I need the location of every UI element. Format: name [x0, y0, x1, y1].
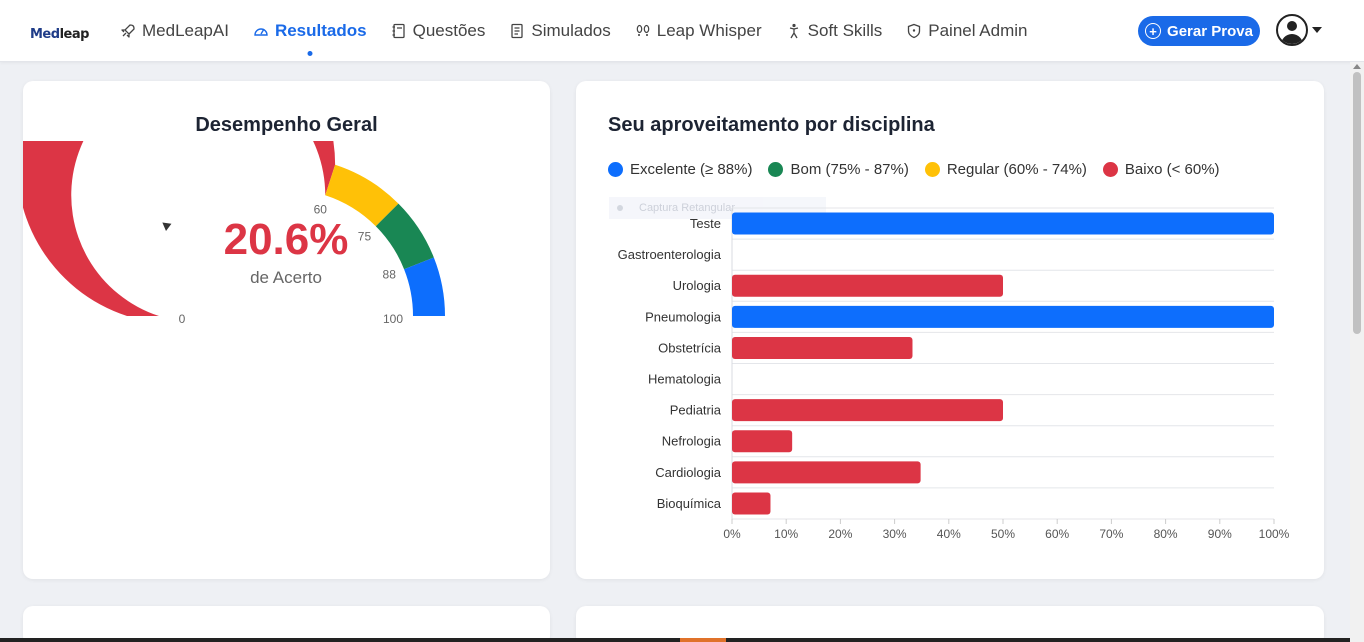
- x-tick-label: 30%: [883, 527, 907, 541]
- x-tick-label: 50%: [991, 527, 1015, 541]
- gauge-tick-label: 0: [179, 312, 186, 326]
- gauge-tick-label: 88: [383, 267, 397, 281]
- bar-8[interactable]: [732, 461, 921, 484]
- category-label: Bioquímica: [657, 496, 722, 511]
- nav-menu: MedLeapAI Resultados Questões Simulados: [120, 0, 1052, 62]
- x-tick-label: 40%: [937, 527, 961, 541]
- bottom-left-card: [23, 606, 550, 642]
- category-label: Pneumologia: [645, 309, 722, 324]
- notebook-icon: [391, 23, 407, 39]
- category-label: Cardiologia: [655, 465, 722, 480]
- bar-3[interactable]: [732, 305, 1274, 328]
- shield-icon: [906, 23, 922, 39]
- nav-item-simulados[interactable]: Simulados: [509, 0, 611, 62]
- x-tick-label: 10%: [774, 527, 798, 541]
- bottom-right-card: [576, 606, 1324, 642]
- category-label: Urologia: [673, 278, 722, 293]
- bar-7[interactable]: [732, 430, 793, 453]
- nav-label: Leap Whisper: [656, 21, 762, 40]
- medleap-logo[interactable]: Medleap: [30, 20, 89, 42]
- x-tick-label: 0%: [723, 527, 741, 541]
- gauge-icon: [253, 23, 269, 39]
- nav-item-resultados[interactable]: Resultados: [253, 0, 367, 62]
- gauge-value: 20.6%: [224, 215, 349, 264]
- x-tick-label: 80%: [1154, 527, 1178, 541]
- nav-label: Questões: [412, 21, 486, 40]
- bar-4[interactable]: [732, 336, 913, 359]
- bar-9[interactable]: [732, 492, 771, 515]
- category-label: Hematologia: [648, 371, 722, 386]
- nav-label: Painel Admin: [928, 21, 1028, 40]
- top-navbar: Medleap MedLeapAI Resultados Questões Si…: [0, 0, 1364, 62]
- gauge-title: Desempenho Geral: [195, 114, 378, 136]
- bar-0[interactable]: [732, 212, 1274, 235]
- nav-label: Soft Skills: [807, 21, 883, 40]
- scrollbar[interactable]: [1350, 62, 1364, 642]
- person-icon: [786, 23, 802, 39]
- gauge-tick-label: 75: [358, 230, 372, 244]
- gerar-prova-label: Gerar Prova: [1167, 22, 1253, 40]
- footprints-icon: [635, 23, 651, 39]
- logo-text-b: leap: [59, 27, 90, 42]
- nav-label: Resultados: [274, 21, 367, 40]
- disciplina-card: Seu aproveitamento por disciplina Excele…: [576, 81, 1324, 579]
- scroll-thumb[interactable]: [1353, 72, 1361, 334]
- bar-2[interactable]: [732, 274, 1003, 297]
- gauge-caption: de Acerto: [250, 268, 322, 287]
- taskbar-strip: [0, 638, 1350, 642]
- category-label: Teste: [690, 216, 721, 231]
- category-label: Nefrologia: [662, 434, 722, 449]
- desempenho-card: Desempenho Geral 0 60 75 88 100 20.6% de Acert…: [23, 81, 550, 579]
- nav-item-medleapai[interactable]: MedLeapAI: [120, 0, 229, 62]
- user-menu[interactable]: [1276, 14, 1322, 46]
- avatar: [1276, 14, 1308, 46]
- document-icon: [509, 23, 525, 39]
- gauge-pointer: [162, 222, 172, 231]
- logo-text-a: Med: [30, 27, 60, 42]
- category-label: Obstetrícia: [658, 340, 722, 355]
- gerar-prova-button[interactable]: + Gerar Prova: [1138, 16, 1260, 46]
- active-indicator-dot: [307, 51, 313, 56]
- x-tick-label: 20%: [828, 527, 852, 541]
- plus-circle-icon: +: [1145, 23, 1162, 39]
- discipline-bar-chart: 0% 10% 20% 30% 40% 50% 60% 70% 80% 90% 100% Teste Ga…: [618, 207, 1290, 541]
- nav-item-leap-whisper[interactable]: Leap Whisper: [635, 0, 762, 62]
- chevron-down-icon: [1312, 27, 1322, 33]
- x-tick-label: 100%: [1259, 527, 1290, 541]
- nav-item-painel-admin[interactable]: Painel Admin: [906, 0, 1028, 62]
- nav-label: Simulados: [531, 21, 611, 40]
- nav-label: MedLeapAI: [142, 21, 229, 40]
- nav-item-questoes[interactable]: Questões: [391, 0, 486, 62]
- x-tick-label: 60%: [1045, 527, 1069, 541]
- rocket-icon: [120, 23, 136, 39]
- gauge-tick-label: 100: [383, 312, 403, 326]
- category-label: Gastroenterologia: [618, 247, 722, 262]
- bar-6[interactable]: [732, 399, 1003, 422]
- x-tick-label: 70%: [1099, 527, 1123, 541]
- nav-item-soft-skills[interactable]: Soft Skills: [786, 0, 883, 62]
- gauge-chart: 060758810020.6%de Acerto: [23, 141, 445, 326]
- category-label: Pediatria: [670, 403, 722, 418]
- x-tick-label: 90%: [1208, 527, 1232, 541]
- scroll-up-arrow[interactable]: [1353, 64, 1361, 69]
